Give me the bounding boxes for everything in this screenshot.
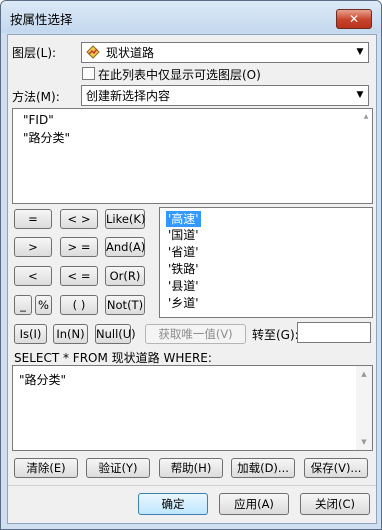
op-not-button[interactable]: Not(T) — [105, 295, 145, 315]
sql-expression[interactable]: "路分类" — [19, 371, 66, 388]
close-window-button[interactable]: ✕ — [336, 9, 372, 29]
value-item[interactable]: '铁路' — [166, 261, 201, 277]
op-percent-button[interactable]: % — [35, 295, 52, 315]
scroll-up-icon[interactable]: ▲ — [356, 366, 372, 382]
clear-button[interactable]: 清除(E) — [14, 458, 78, 478]
op-not-equal-button[interactable]: < > — [60, 209, 98, 229]
fields-list[interactable]: "FID" "路分类" ▲ — [12, 108, 373, 204]
close-icon: ✕ — [348, 12, 360, 26]
layer-value: 现状道路 — [106, 46, 155, 60]
op-greater-equal-button[interactable]: > = — [60, 237, 98, 257]
footer-divider — [8, 485, 376, 486]
op-like-button[interactable]: Like(K) — [105, 209, 145, 229]
close-button[interactable]: 关闭(C) — [300, 493, 370, 515]
verify-button[interactable]: 验证(Y) — [86, 458, 150, 478]
value-item[interactable]: '省道' — [166, 244, 201, 260]
op-less-equal-button[interactable]: < = — [60, 266, 98, 286]
field-item[interactable]: "FID" — [23, 113, 54, 127]
sql-expression-box[interactable]: "路分类" ▲ ▼ — [12, 365, 373, 451]
ok-button[interactable]: 确定 — [138, 493, 208, 515]
op-greater-button[interactable]: > — [14, 237, 52, 257]
layer-label: 图层(L): — [12, 46, 57, 60]
selectable-only-checkbox[interactable] — [82, 67, 95, 80]
apply-button[interactable]: 应用(A) — [219, 493, 289, 515]
scroll-down-icon[interactable]: ▼ — [356, 434, 372, 450]
op-parentheses-button[interactable]: ( ) — [60, 295, 98, 315]
chevron-down-icon[interactable]: ▼ — [352, 43, 368, 62]
sql-prefix: SELECT * FROM 现状道路 WHERE: — [14, 351, 212, 365]
unique-values-list[interactable]: '高速' '国道' '省道' '铁路' '县道' '乡道' — [159, 207, 373, 318]
fields-scrollbar[interactable]: ▲ — [360, 109, 372, 203]
value-item[interactable]: '县道' — [166, 278, 201, 294]
method-label: 方法(M): — [12, 90, 60, 104]
get-unique-values-button[interactable]: 获取唯一值(V) — [145, 324, 246, 344]
op-null-button[interactable]: Null(U) — [95, 324, 136, 344]
value-item[interactable]: '国道' — [166, 227, 201, 243]
polyline-layer-icon — [86, 45, 100, 59]
help-button[interactable]: 帮助(H) — [159, 458, 223, 478]
dialog-client: 图层(L): 现状道路 ▼ 在此列表中仅显示可选图层(O) 方法(M): 创建新… — [7, 34, 377, 524]
op-and-button[interactable]: And(A) — [105, 237, 145, 257]
field-item[interactable]: "路分类" — [23, 129, 70, 146]
layer-dropdown[interactable]: 现状道路 ▼ — [81, 42, 369, 63]
window-title: 按属性选择 — [10, 12, 73, 27]
chevron-down-icon[interactable]: ▼ — [352, 86, 368, 105]
save-button[interactable]: 保存(V)... — [304, 458, 368, 478]
op-equals-button[interactable]: = — [14, 209, 52, 229]
method-value: 创建新选择内容 — [86, 89, 171, 103]
value-item[interactable]: '高速' — [166, 211, 201, 227]
method-dropdown[interactable]: 创建新选择内容 ▼ — [81, 85, 369, 106]
op-is-button[interactable]: Is(I) — [14, 324, 47, 344]
goto-input[interactable] — [297, 322, 371, 343]
load-button[interactable]: 加载(D)... — [231, 458, 295, 478]
op-less-button[interactable]: < — [14, 266, 52, 286]
goto-label: 转至(G): — [252, 328, 299, 342]
op-or-button[interactable]: Or(R) — [105, 266, 145, 286]
value-item[interactable]: '乡道' — [166, 295, 201, 311]
sql-scrollbar[interactable]: ▲ ▼ — [356, 366, 372, 450]
op-underscore-button[interactable]: _ — [14, 295, 32, 315]
dialog-window: 按属性选择 ✕ 图层(L): 现状道路 ▼ 在此列表中仅显示可选图层(O) 方法… — [0, 0, 382, 530]
title-bar[interactable]: 按属性选择 ✕ — [1, 1, 381, 33]
scroll-up-icon[interactable]: ▲ — [360, 109, 372, 125]
op-in-button[interactable]: In(N) — [53, 324, 88, 344]
selectable-only-label: 在此列表中仅显示可选图层(O) — [98, 68, 261, 82]
